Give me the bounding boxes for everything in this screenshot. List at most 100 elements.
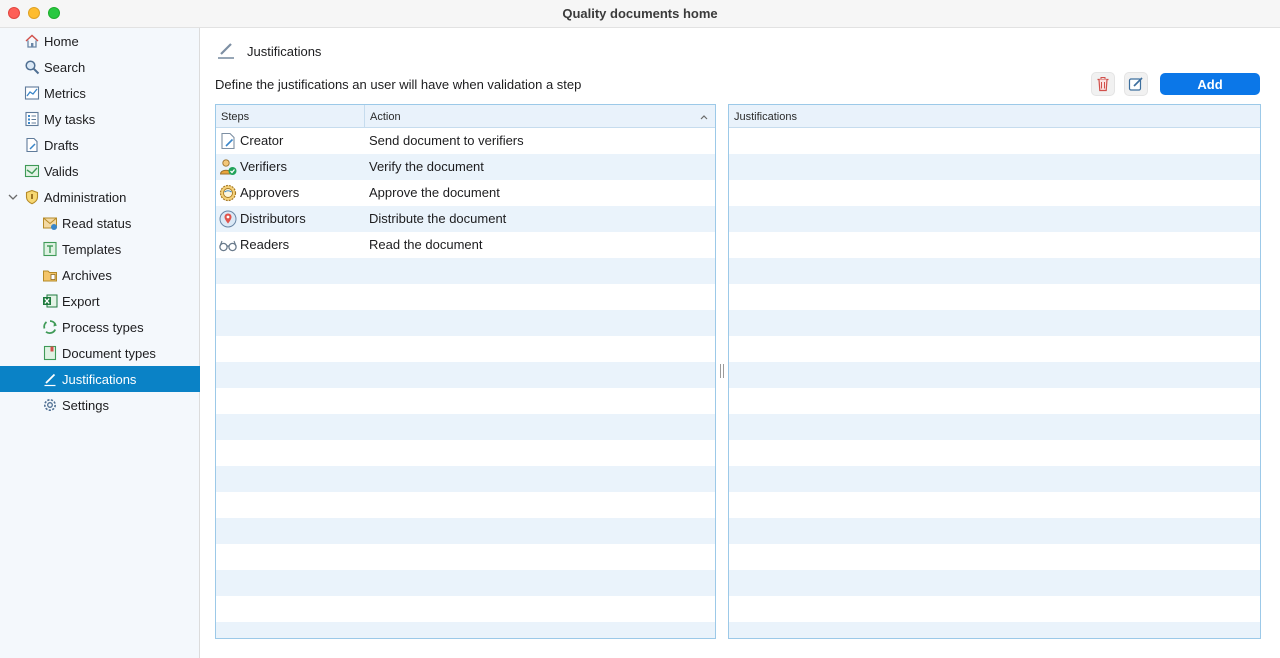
empty-row bbox=[729, 596, 1260, 622]
home-icon bbox=[23, 32, 41, 50]
delete-button[interactable] bbox=[1091, 72, 1115, 96]
sidebar-item-label: Metrics bbox=[44, 85, 86, 101]
excel-icon bbox=[41, 292, 59, 310]
pen-icon bbox=[218, 43, 234, 59]
search-icon bbox=[23, 58, 41, 76]
empty-row bbox=[216, 310, 715, 336]
sidebar-item-settings[interactable]: Settings bbox=[0, 392, 200, 418]
sidebar-item-label: Templates bbox=[62, 241, 122, 257]
empty-row bbox=[729, 258, 1260, 284]
empty-row bbox=[216, 388, 715, 414]
justifications-table: Justifications bbox=[728, 104, 1261, 639]
empty-row bbox=[729, 622, 1260, 638]
sidebar-item-process-types[interactable]: Process types bbox=[0, 314, 200, 340]
sidebar-item-label: Search bbox=[44, 59, 86, 75]
pen-icon bbox=[41, 370, 59, 388]
empty-row bbox=[216, 258, 715, 284]
sidebar-item-valids[interactable]: Valids bbox=[0, 158, 200, 184]
sidebar-item-label: Settings bbox=[62, 397, 109, 413]
empty-row bbox=[729, 466, 1260, 492]
justifications-table-header: Justifications bbox=[729, 105, 1260, 128]
document-types-icon bbox=[41, 344, 59, 362]
title-bar: Quality documents home bbox=[0, 0, 1280, 28]
creator-icon bbox=[221, 132, 235, 150]
sidebar-item-archives[interactable]: Archives bbox=[0, 262, 200, 288]
table-row[interactable]: Distributors Distribute the document bbox=[216, 206, 715, 232]
empty-row bbox=[729, 518, 1260, 544]
empty-row bbox=[729, 284, 1260, 310]
sidebar-item-document-types[interactable]: Document types bbox=[0, 340, 200, 366]
empty-row bbox=[729, 414, 1260, 440]
step-name: Approvers bbox=[240, 185, 300, 200]
sidebar-item-label: My tasks bbox=[44, 111, 96, 127]
table-row[interactable]: Approvers Approve the document bbox=[216, 180, 715, 206]
tasks-icon bbox=[23, 110, 41, 128]
sidebar-item-administration[interactable]: Administration bbox=[0, 184, 200, 210]
empty-row bbox=[729, 492, 1260, 518]
main-content: Justifications Define the justifications… bbox=[201, 28, 1280, 658]
verifier-icon bbox=[220, 159, 237, 175]
empty-row bbox=[216, 596, 715, 622]
page-title: Justifications bbox=[247, 44, 322, 59]
sidebar-item-justifications[interactable]: Justifications bbox=[0, 366, 200, 392]
empty-row bbox=[729, 206, 1260, 232]
empty-row bbox=[216, 518, 715, 544]
empty-row bbox=[729, 128, 1260, 154]
sidebar-item-search[interactable]: Search bbox=[0, 54, 200, 80]
empty-row bbox=[729, 388, 1260, 414]
sidebar-item-label: Home bbox=[44, 33, 79, 49]
step-action: Read the document bbox=[369, 237, 483, 252]
sidebar-item-label: Administration bbox=[44, 189, 127, 205]
empty-row bbox=[729, 440, 1260, 466]
sidebar-item-metrics[interactable]: Metrics bbox=[0, 80, 200, 106]
empty-row bbox=[729, 544, 1260, 570]
sidebar-item-export[interactable]: Export bbox=[0, 288, 200, 314]
sidebar-item-my-tasks[interactable]: My tasks bbox=[0, 106, 200, 132]
table-splitter-handle[interactable] bbox=[720, 364, 724, 378]
sidebar-item-label: Export bbox=[62, 293, 100, 309]
gear-icon bbox=[41, 396, 59, 414]
trash-icon bbox=[1097, 77, 1109, 92]
column-header-steps[interactable]: Steps bbox=[216, 105, 364, 128]
add-button[interactable]: Add bbox=[1160, 73, 1260, 95]
empty-row bbox=[216, 362, 715, 388]
chevron-down-icon[interactable] bbox=[6, 190, 20, 204]
justifications-table-body bbox=[729, 128, 1260, 638]
steps-table-body: Creator Send document to verifiers Verif… bbox=[216, 128, 715, 638]
steps-table: Steps Action Creator Send document to ve… bbox=[215, 104, 716, 639]
distributor-icon bbox=[219, 210, 237, 228]
table-row[interactable]: Creator Send document to verifiers bbox=[216, 128, 715, 154]
sidebar-item-drafts[interactable]: Drafts bbox=[0, 132, 200, 158]
edit-icon bbox=[1128, 77, 1143, 91]
sidebar: Home Search Metrics My tasks Drafts Vali… bbox=[0, 28, 200, 658]
step-action: Distribute the document bbox=[369, 211, 507, 226]
edit-button[interactable] bbox=[1124, 72, 1148, 96]
step-action: Send document to verifiers bbox=[369, 133, 524, 148]
sidebar-item-templates[interactable]: Templates bbox=[0, 236, 200, 262]
step-action: Approve the document bbox=[369, 185, 500, 200]
column-header-action[interactable]: Action bbox=[364, 105, 715, 128]
column-header-justifications[interactable]: Justifications bbox=[729, 105, 1260, 128]
sort-ascending-icon[interactable] bbox=[699, 112, 709, 122]
sidebar-item-label: Archives bbox=[62, 267, 112, 283]
read-status-icon bbox=[41, 214, 59, 232]
empty-row bbox=[216, 492, 715, 518]
table-row[interactable]: Verifiers Verify the document bbox=[216, 154, 715, 180]
empty-row bbox=[216, 284, 715, 310]
empty-row bbox=[216, 440, 715, 466]
sidebar-item-label: Valids bbox=[44, 163, 79, 179]
archives-icon bbox=[41, 266, 59, 284]
valids-icon bbox=[23, 162, 41, 180]
empty-row bbox=[216, 544, 715, 570]
sidebar-item-label: Read status bbox=[62, 215, 132, 231]
table-row[interactable]: Readers Read the document bbox=[216, 232, 715, 258]
empty-row bbox=[729, 336, 1260, 362]
window-title: Quality documents home bbox=[562, 6, 718, 21]
sidebar-item-read-status[interactable]: Read status bbox=[0, 210, 200, 236]
step-name: Distributors bbox=[240, 211, 306, 226]
empty-row bbox=[729, 154, 1260, 180]
empty-row bbox=[216, 466, 715, 492]
step-name: Verifiers bbox=[240, 159, 287, 174]
recycle-icon bbox=[41, 318, 59, 336]
sidebar-item-home[interactable]: Home bbox=[0, 28, 200, 54]
